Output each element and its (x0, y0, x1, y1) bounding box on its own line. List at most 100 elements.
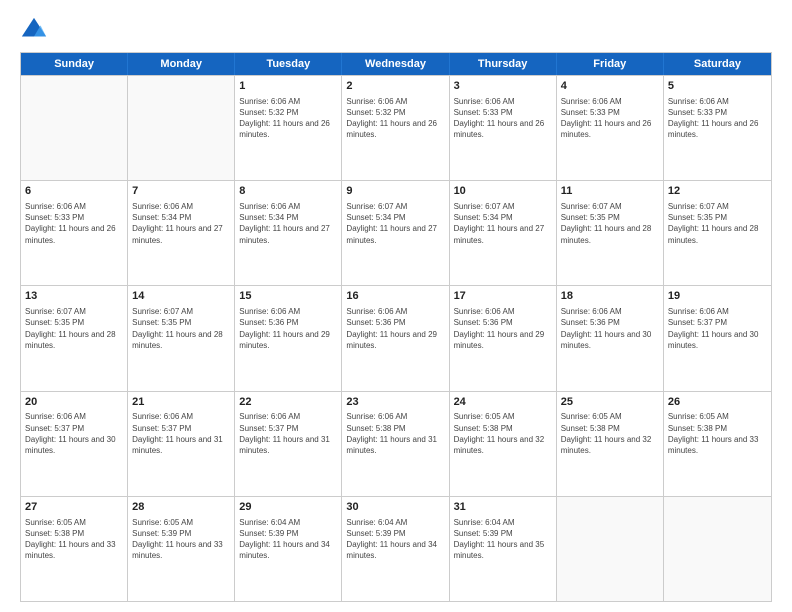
calendar-cell: 2Sunrise: 6:06 AM Sunset: 5:32 PM Daylig… (342, 76, 449, 180)
calendar-cell: 6Sunrise: 6:06 AM Sunset: 5:33 PM Daylig… (21, 181, 128, 285)
calendar-week-row: 1Sunrise: 6:06 AM Sunset: 5:32 PM Daylig… (21, 75, 771, 180)
day-number: 2 (346, 79, 444, 94)
day-number: 24 (454, 395, 552, 410)
calendar-cell: 29 Sunrise: 6:04 AM Sunset: 5:39 PM Dayli… (235, 497, 342, 601)
calendar-header-day: Sunday (21, 53, 128, 75)
calendar-cell: 19 Sunrise: 6:06 AM Sunset: 5:37 PM Dayli… (664, 286, 771, 390)
day-info: Sunrise: 6:06 AM Sunset: 5:34 PM Dayligh… (132, 201, 230, 246)
page: SundayMondayTuesdayWednesdayThursdayFrid… (0, 0, 792, 612)
calendar-week-row: 20Sunrise: 6:06 AM Sunset: 5:37 PM Dayli… (21, 391, 771, 496)
day-info: Sunrise: 6:07 AM Sunset: 5:34 PM Dayligh… (454, 201, 552, 246)
calendar-cell: 31 Sunrise: 6:04 AM Sunset: 5:39 PM Dayli… (450, 497, 557, 601)
calendar-header-day: Friday (557, 53, 664, 75)
day-number: 4 (561, 79, 659, 94)
day-info: Sunrise: 6:07 AM Sunset: 5:35 PM Dayligh… (668, 201, 767, 246)
day-info: Sunrise: 6:07 AM Sunset: 5:34 PM Dayligh… (346, 201, 444, 246)
calendar-cell: 4 Sunrise: 6:06 AM Sunset: 5:33 PM Daylig… (557, 76, 664, 180)
day-info: Sunrise: 6:07 AM Sunset: 5:35 PM Dayligh… (561, 201, 659, 246)
day-number: 25 (561, 395, 659, 410)
calendar-cell: 8 Sunrise: 6:06 AM Sunset: 5:34 PM Daylig… (235, 181, 342, 285)
day-number: 29 (239, 500, 337, 515)
day-number: 31 (454, 500, 552, 515)
day-info: Sunrise: 6:06 AM Sunset: 5:32 PM Dayligh… (239, 96, 337, 141)
day-number: 5 (668, 79, 767, 94)
calendar-cell: 13Sunrise: 6:07 AM Sunset: 5:35 PM Dayli… (21, 286, 128, 390)
day-info: Sunrise: 6:06 AM Sunset: 5:36 PM Dayligh… (454, 306, 552, 351)
day-info: Sunrise: 6:06 AM Sunset: 5:36 PM Dayligh… (239, 306, 337, 351)
day-info: Sunrise: 6:05 AM Sunset: 5:38 PM Dayligh… (561, 411, 659, 456)
calendar-cell: 21Sunrise: 6:06 AM Sunset: 5:37 PM Dayli… (128, 392, 235, 496)
day-info: Sunrise: 6:05 AM Sunset: 5:38 PM Dayligh… (668, 411, 767, 456)
day-info: Sunrise: 6:05 AM Sunset: 5:38 PM Dayligh… (25, 517, 123, 562)
calendar-header-day: Wednesday (342, 53, 449, 75)
day-number: 23 (346, 395, 444, 410)
calendar-cell: 27 Sunrise: 6:05 AM Sunset: 5:38 PM Dayli… (21, 497, 128, 601)
logo (20, 16, 52, 44)
day-number: 26 (668, 395, 767, 410)
day-info: Sunrise: 6:06 AM Sunset: 5:33 PM Dayligh… (561, 96, 659, 141)
day-info: Sunrise: 6:06 AM Sunset: 5:37 PM Dayligh… (25, 411, 123, 456)
calendar-cell: 25Sunrise: 6:05 AM Sunset: 5:38 PM Dayli… (557, 392, 664, 496)
calendar-cell: 12 Sunrise: 6:07 AM Sunset: 5:35 PM Dayli… (664, 181, 771, 285)
day-info: Sunrise: 6:06 AM Sunset: 5:36 PM Dayligh… (561, 306, 659, 351)
calendar-header: SundayMondayTuesdayWednesdayThursdayFrid… (21, 53, 771, 75)
day-number: 18 (561, 289, 659, 304)
day-info: Sunrise: 6:07 AM Sunset: 5:35 PM Dayligh… (25, 306, 123, 351)
calendar-cell: 23Sunrise: 6:06 AM Sunset: 5:38 PM Dayli… (342, 392, 449, 496)
calendar-cell: 11 Sunrise: 6:07 AM Sunset: 5:35 PM Dayli… (557, 181, 664, 285)
calendar-cell (557, 497, 664, 601)
day-info: Sunrise: 6:04 AM Sunset: 5:39 PM Dayligh… (346, 517, 444, 562)
day-number: 19 (668, 289, 767, 304)
day-number: 27 (25, 500, 123, 515)
day-number: 9 (346, 184, 444, 199)
day-info: Sunrise: 6:06 AM Sunset: 5:37 PM Dayligh… (239, 411, 337, 456)
calendar-cell: 30 Sunrise: 6:04 AM Sunset: 5:39 PM Dayli… (342, 497, 449, 601)
calendar-cell: 24Sunrise: 6:05 AM Sunset: 5:38 PM Dayli… (450, 392, 557, 496)
calendar-cell: 18 Sunrise: 6:06 AM Sunset: 5:36 PM Dayli… (557, 286, 664, 390)
day-info: Sunrise: 6:06 AM Sunset: 5:33 PM Dayligh… (25, 201, 123, 246)
calendar-header-day: Thursday (450, 53, 557, 75)
day-number: 16 (346, 289, 444, 304)
calendar-cell: 3 Sunrise: 6:06 AM Sunset: 5:33 PM Daylig… (450, 76, 557, 180)
day-info: Sunrise: 6:04 AM Sunset: 5:39 PM Dayligh… (239, 517, 337, 562)
calendar-cell: 5 Sunrise: 6:06 AM Sunset: 5:33 PM Daylig… (664, 76, 771, 180)
day-number: 15 (239, 289, 337, 304)
day-number: 11 (561, 184, 659, 199)
calendar-cell: 9 Sunrise: 6:07 AM Sunset: 5:34 PM Daylig… (342, 181, 449, 285)
day-number: 21 (132, 395, 230, 410)
calendar-cell: 17 Sunrise: 6:06 AM Sunset: 5:36 PM Dayli… (450, 286, 557, 390)
day-info: Sunrise: 6:06 AM Sunset: 5:33 PM Dayligh… (454, 96, 552, 141)
day-number: 20 (25, 395, 123, 410)
calendar-body: 1Sunrise: 6:06 AM Sunset: 5:32 PM Daylig… (21, 75, 771, 601)
day-number: 3 (454, 79, 552, 94)
day-info: Sunrise: 6:07 AM Sunset: 5:35 PM Dayligh… (132, 306, 230, 351)
calendar-cell: 14 Sunrise: 6:07 AM Sunset: 5:35 PM Dayli… (128, 286, 235, 390)
calendar-week-row: 13Sunrise: 6:07 AM Sunset: 5:35 PM Dayli… (21, 285, 771, 390)
calendar-week-row: 27 Sunrise: 6:05 AM Sunset: 5:38 PM Dayli… (21, 496, 771, 601)
day-info: Sunrise: 6:06 AM Sunset: 5:38 PM Dayligh… (346, 411, 444, 456)
calendar-cell (664, 497, 771, 601)
day-number: 10 (454, 184, 552, 199)
day-info: Sunrise: 6:05 AM Sunset: 5:39 PM Dayligh… (132, 517, 230, 562)
day-number: 8 (239, 184, 337, 199)
day-info: Sunrise: 6:06 AM Sunset: 5:33 PM Dayligh… (668, 96, 767, 141)
calendar-cell: 22Sunrise: 6:06 AM Sunset: 5:37 PM Dayli… (235, 392, 342, 496)
day-number: 14 (132, 289, 230, 304)
calendar-cell: 1Sunrise: 6:06 AM Sunset: 5:32 PM Daylig… (235, 76, 342, 180)
day-info: Sunrise: 6:06 AM Sunset: 5:37 PM Dayligh… (668, 306, 767, 351)
logo-icon (20, 16, 48, 44)
calendar-cell: 7Sunrise: 6:06 AM Sunset: 5:34 PM Daylig… (128, 181, 235, 285)
day-number: 17 (454, 289, 552, 304)
header (20, 16, 772, 44)
calendar-cell (21, 76, 128, 180)
calendar-cell: 26Sunrise: 6:05 AM Sunset: 5:38 PM Dayli… (664, 392, 771, 496)
calendar-week-row: 6Sunrise: 6:06 AM Sunset: 5:33 PM Daylig… (21, 180, 771, 285)
day-number: 12 (668, 184, 767, 199)
day-number: 30 (346, 500, 444, 515)
calendar-header-day: Tuesday (235, 53, 342, 75)
day-info: Sunrise: 6:06 AM Sunset: 5:37 PM Dayligh… (132, 411, 230, 456)
day-info: Sunrise: 6:04 AM Sunset: 5:39 PM Dayligh… (454, 517, 552, 562)
day-number: 22 (239, 395, 337, 410)
day-number: 28 (132, 500, 230, 515)
day-info: Sunrise: 6:06 AM Sunset: 5:34 PM Dayligh… (239, 201, 337, 246)
